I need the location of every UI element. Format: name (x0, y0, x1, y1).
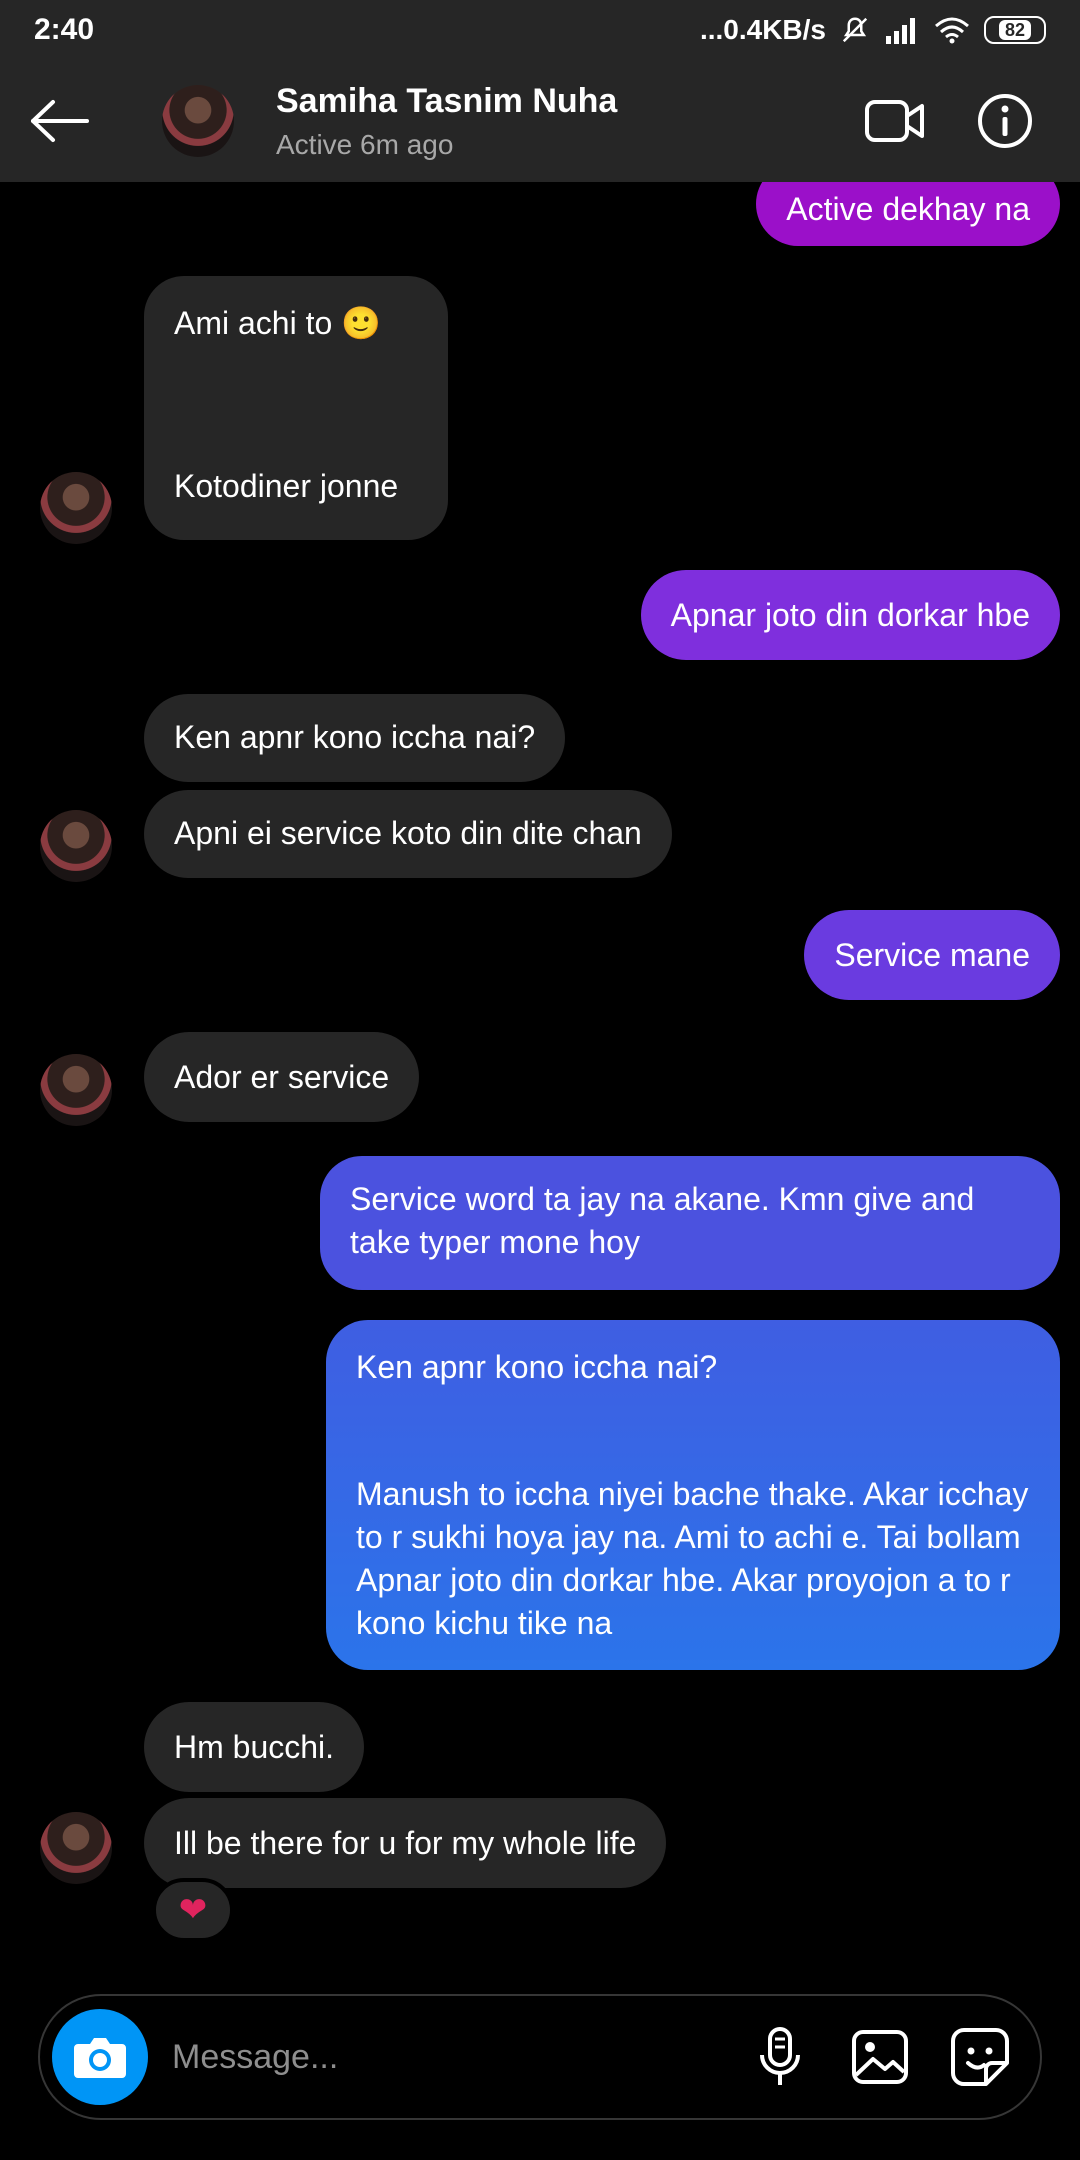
contact-name: Samiha Tasnim Nuha (276, 81, 618, 120)
message-input[interactable] (148, 2022, 740, 2092)
info-button[interactable] (970, 86, 1040, 156)
microphone-icon (760, 2027, 800, 2085)
heart-icon: ❤ (178, 1891, 208, 1929)
back-arrow-icon (31, 100, 89, 142)
message-text: Apnar joto din dorkar hbe (670, 597, 1030, 633)
message-thread[interactable]: Active dekhay na Ami achi to 🙂 Kotodiner… (0, 182, 1080, 1982)
message-outgoing[interactable]: Apnar joto din dorkar hbe (640, 570, 1060, 660)
message-outgoing[interactable]: Active dekhay na (756, 182, 1060, 246)
info-icon (978, 94, 1032, 148)
battery-icon: 82 (984, 16, 1046, 44)
message-text: Hm bucchi. (174, 1729, 335, 1765)
signal-icon (886, 18, 915, 44)
video-call-icon (865, 100, 924, 142)
battery-level: 82 (998, 20, 1032, 40)
sticker-button[interactable] (940, 2017, 1020, 2097)
wifi-icon (935, 17, 969, 44)
status-indicators: ...0.4KB/s 82 (700, 14, 1046, 46)
contact-info[interactable]: Samiha Tasnim Nuha Active 6m ago (276, 82, 860, 161)
message-incoming[interactable]: Ador er service (144, 1032, 420, 1122)
message-text: Service word ta jay na akane. Kmn give a… (350, 1181, 975, 1260)
video-call-button[interactable] (860, 86, 930, 156)
message-text: Ador er service (174, 1059, 390, 1095)
message-text: Ill be there for u for my whole life (174, 1825, 637, 1861)
message-incoming[interactable]: Ami achi to 🙂 Kotodiner jonne (144, 276, 448, 540)
message-text: Ami achi to 🙂 (174, 305, 382, 341)
contact-status: Active 6m ago (276, 128, 454, 160)
chat-header: Samiha Tasnim Nuha Active 6m ago (0, 60, 1080, 182)
message-incoming[interactable]: Hm bucchi. (144, 1702, 365, 1792)
message-composer (38, 1994, 1042, 2120)
message-text: Service mane (834, 937, 1030, 973)
message-text: Manush to iccha niyei bache thake. Akar … (356, 1476, 1029, 1641)
message-outgoing[interactable]: Ken apnr kono iccha nai? Manush to iccha… (326, 1320, 1060, 1670)
message-outgoing[interactable]: Service word ta jay na akane. Kmn give a… (320, 1156, 1060, 1290)
message-incoming[interactable]: Ken apnr kono iccha nai? (144, 694, 566, 782)
sticker-icon (951, 2028, 1009, 2086)
back-button[interactable] (0, 60, 120, 182)
heart-reaction[interactable]: ❤ (152, 1878, 234, 1942)
contact-avatar[interactable] (40, 1054, 112, 1126)
message-text: Ken apnr kono iccha nai? (174, 719, 536, 755)
contact-avatar[interactable] (162, 85, 234, 157)
mute-icon (842, 17, 868, 43)
camera-icon (74, 2038, 126, 2078)
message-text: Ken apnr kono iccha nai? (356, 1349, 718, 1385)
camera-button[interactable] (52, 2009, 148, 2105)
network-speed: ...0.4KB/s (699, 14, 826, 45)
message-text: Apni ei service koto din dite chan (174, 815, 642, 851)
status-bar: 2:40 ...0.4KB/s 82 (0, 0, 1080, 60)
contact-avatar[interactable] (40, 1812, 112, 1884)
gallery-icon (852, 2030, 908, 2084)
message-incoming[interactable]: Apni ei service koto din dite chan (144, 790, 672, 878)
message-incoming[interactable]: Ill be there for u for my whole life (144, 1798, 667, 1888)
message-text: Kotodiner jonne (174, 468, 399, 504)
contact-avatar[interactable] (40, 472, 112, 544)
message-outgoing[interactable]: Service mane (804, 910, 1060, 1000)
microphone-button[interactable] (740, 2017, 820, 2097)
message-text: Active dekhay na (786, 191, 1030, 227)
contact-avatar[interactable] (40, 810, 112, 882)
status-time: 2:40 (34, 13, 95, 46)
gallery-button[interactable] (840, 2017, 920, 2097)
